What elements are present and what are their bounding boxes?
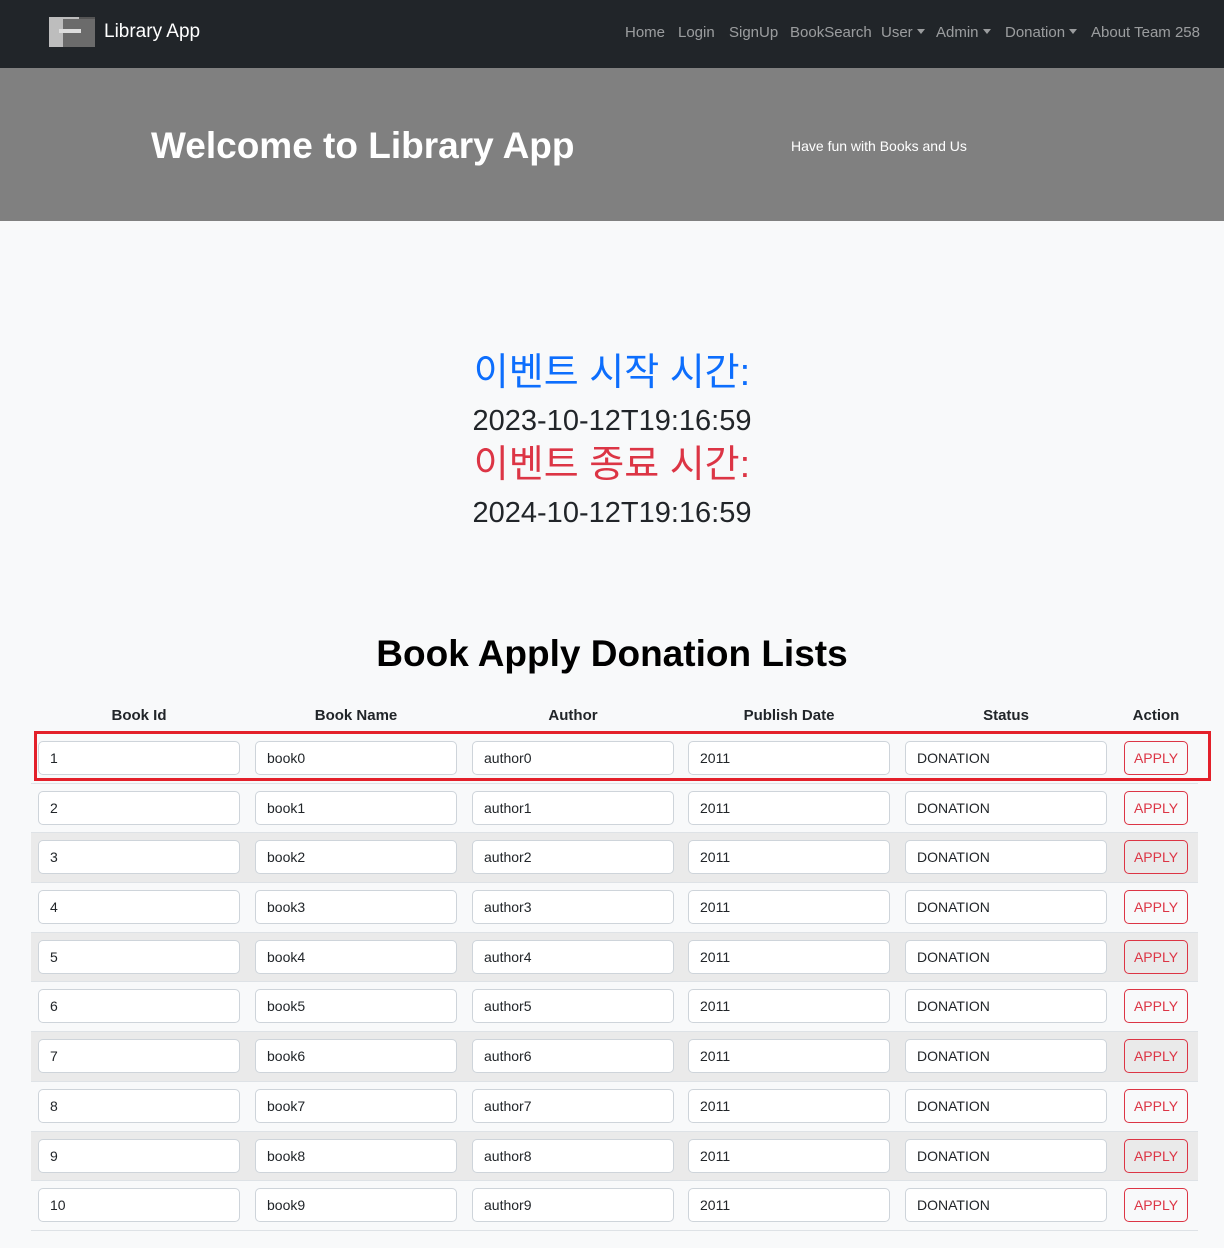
status-field[interactable] [905,1039,1107,1074]
table-row: APPLY [31,833,1198,884]
list-title: Book Apply Donation Lists [376,633,848,674]
status-field[interactable] [905,741,1107,775]
author-field[interactable] [472,1188,674,1223]
table-row: APPLY [31,734,1198,784]
book-name-field[interactable] [255,939,457,974]
brand-name[interactable]: Library App [104,20,200,44]
book-name-field[interactable] [255,1188,457,1223]
table-row: APPLY [31,1082,1198,1132]
book-name-field[interactable] [255,790,457,825]
publish-date-field[interactable] [688,1039,890,1074]
apply-button[interactable]: APPLY [1124,1039,1188,1074]
table-row: APPLY [31,1131,1198,1182]
table-row: APPLY [31,932,1198,983]
hero-banner: Welcome to Library App Have fun with Boo… [0,68,1224,221]
event-end-label: 이벤트 종료 시간: [473,444,751,486]
apply-button[interactable]: APPLY [1124,741,1188,775]
author-field[interactable] [472,1039,674,1074]
author-field[interactable] [472,840,674,875]
publish-date-field[interactable] [688,790,890,825]
author-field[interactable] [472,1138,674,1173]
column-header-publish-date: Publish Date [743,707,835,724]
book-name-field[interactable] [255,1039,457,1074]
nav-donation-dropdown[interactable]: Donation [1005,24,1078,42]
table-row: APPLY [31,883,1198,933]
book-name-field[interactable] [255,840,457,875]
publish-date-field[interactable] [688,741,890,775]
caret-down-icon [1069,29,1078,34]
publish-date-field[interactable] [688,989,890,1024]
apply-button[interactable]: APPLY [1124,790,1188,825]
caret-down-icon [916,29,925,34]
book-id-field[interactable] [38,890,240,925]
caret-down-icon [982,29,991,34]
column-header-status: Status [983,707,1029,724]
author-field[interactable] [472,890,674,925]
book-id-field[interactable] [38,840,240,875]
apply-button[interactable]: APPLY [1124,989,1188,1024]
nav-login[interactable]: Login [678,24,715,42]
nav-admin-dropdown[interactable]: Admin [936,24,991,42]
nav-about-team[interactable]: About Team 258 [1091,24,1200,42]
status-field[interactable] [905,890,1107,925]
publish-date-field[interactable] [688,890,890,925]
author-field[interactable] [472,741,674,775]
book-id-field[interactable] [38,1088,240,1123]
apply-button[interactable]: APPLY [1124,840,1188,875]
hero-title: Welcome to Library App [151,125,575,166]
apply-button[interactable]: APPLY [1124,890,1188,925]
publish-date-field[interactable] [688,840,890,875]
column-header-book-id: Book Id [111,707,167,724]
column-header-book-name: Book Name [314,707,398,724]
event-end-value: 2024-10-12T19:16:59 [472,497,752,529]
book-id-field[interactable] [38,790,240,825]
status-field[interactable] [905,1138,1107,1173]
column-header-action: Action [1132,707,1180,724]
donation-table: APPLY APPLY APPLY APPLY APPLY [31,734,1198,1231]
table-row: APPLY [31,982,1198,1033]
status-field[interactable] [905,1088,1107,1123]
navbar: Library App Home Login SignUp BookSearch… [0,0,1224,68]
book-name-field[interactable] [255,890,457,925]
author-field[interactable] [472,939,674,974]
column-header-author: Author [548,707,598,724]
book-name-field[interactable] [255,1138,457,1173]
author-field[interactable] [472,790,674,825]
brand-logo-icon[interactable] [49,17,95,47]
nav-home[interactable]: Home [625,24,665,42]
table-row: APPLY [31,784,1198,834]
book-name-field[interactable] [255,1088,457,1123]
book-name-field[interactable] [255,741,457,775]
status-field[interactable] [905,790,1107,825]
apply-button[interactable]: APPLY [1124,939,1188,974]
book-id-field[interactable] [38,939,240,974]
author-field[interactable] [472,1088,674,1123]
publish-date-field[interactable] [688,1088,890,1123]
table-row: APPLY [31,1032,1198,1082]
book-id-field[interactable] [38,1039,240,1074]
apply-button[interactable]: APPLY [1124,1088,1188,1123]
book-name-field[interactable] [255,989,457,1024]
book-id-field[interactable] [38,741,240,775]
apply-button[interactable]: APPLY [1124,1188,1188,1223]
status-field[interactable] [905,1188,1107,1223]
publish-date-field[interactable] [688,939,890,974]
book-id-field[interactable] [38,989,240,1024]
author-field[interactable] [472,989,674,1024]
publish-date-field[interactable] [688,1138,890,1173]
table-row: APPLY [31,1181,1198,1231]
status-field[interactable] [905,989,1107,1024]
event-start-label: 이벤트 시작 시간: [473,352,751,394]
nav-signup[interactable]: SignUp [729,24,778,42]
nav-user-dropdown[interactable]: User [881,24,925,42]
nav-booksearch[interactable]: BookSearch [790,24,872,42]
publish-date-field[interactable] [688,1188,890,1223]
status-field[interactable] [905,939,1107,974]
event-start-value: 2023-10-12T19:16:59 [472,405,752,437]
apply-button[interactable]: APPLY [1124,1138,1188,1173]
hero-subtitle: Have fun with Books and Us [791,138,967,154]
book-id-field[interactable] [38,1188,240,1223]
status-field[interactable] [905,840,1107,875]
book-id-field[interactable] [38,1138,240,1173]
